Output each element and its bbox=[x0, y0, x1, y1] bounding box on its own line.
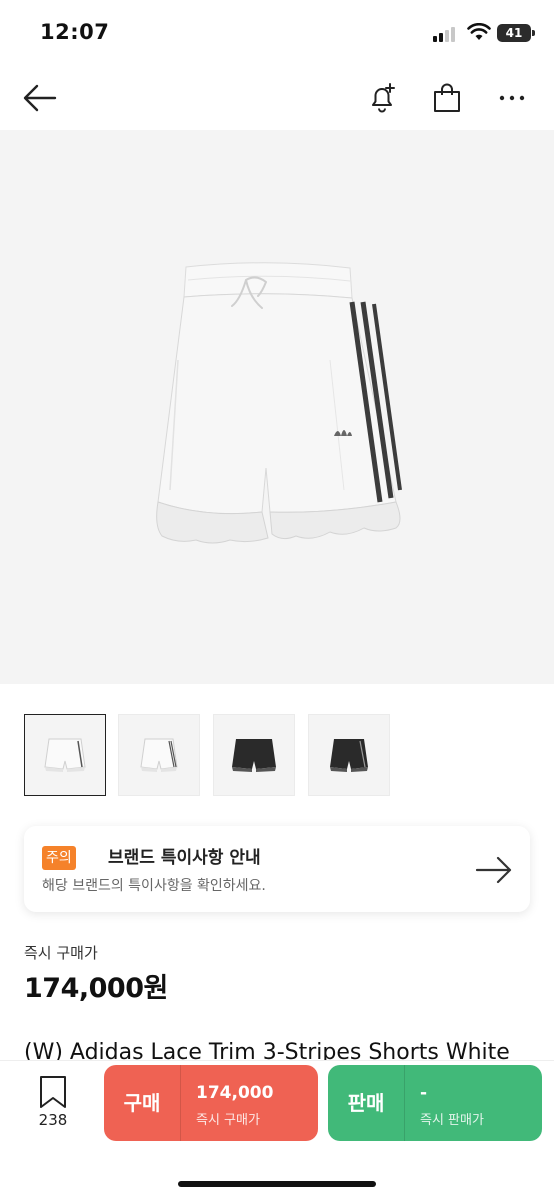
sell-button[interactable]: 판매 - 즉시 판매가 bbox=[328, 1065, 542, 1141]
buy-price: 174,000 bbox=[196, 1083, 274, 1103]
arrow-right-icon bbox=[475, 856, 512, 884]
shorts-white-image bbox=[156, 262, 402, 544]
wifi-icon bbox=[467, 23, 491, 40]
top-nav-bar bbox=[0, 64, 554, 130]
arrow-left-icon bbox=[23, 84, 57, 112]
cellular-signal-icon bbox=[433, 26, 459, 42]
price-alert-button[interactable] bbox=[362, 78, 402, 118]
buy-button[interactable]: 구매 174,000 즉시 구매가 bbox=[104, 1065, 318, 1141]
back-button[interactable] bbox=[20, 78, 60, 118]
sell-price: - bbox=[420, 1083, 428, 1103]
brand-notice-card[interactable]: 주의 브랜드 특이사항 안내 해당 브랜드의 특이사항을 확인하세요. bbox=[24, 826, 530, 912]
more-horizontal-icon bbox=[499, 95, 525, 101]
cart-button[interactable] bbox=[427, 78, 467, 118]
buy-label: 구매 bbox=[123, 1091, 161, 1115]
shopping-bag-icon bbox=[434, 83, 460, 112]
wishlist-count: 238 bbox=[38, 1111, 68, 1129]
instant-buy-price: 174,000원 bbox=[24, 973, 168, 1004]
thumbnail-3[interactable] bbox=[213, 714, 295, 796]
notice-badge: 주의 bbox=[42, 846, 76, 870]
bookmark-icon bbox=[40, 1076, 66, 1108]
status-bar: 12:07 41 bbox=[0, 0, 554, 64]
thumbnail-2[interactable] bbox=[118, 714, 200, 796]
instant-buy-price-label: 즉시 구매가 bbox=[24, 944, 98, 962]
product-image[interactable] bbox=[0, 130, 554, 684]
bell-plus-icon bbox=[372, 83, 395, 113]
sell-label: 판매 bbox=[347, 1091, 385, 1115]
more-options-button[interactable] bbox=[492, 78, 532, 118]
buy-divider bbox=[180, 1065, 181, 1141]
sell-sub-label: 즉시 판매가 bbox=[420, 1113, 484, 1128]
shorts-white-thumbnail-icon bbox=[44, 738, 86, 772]
sell-divider bbox=[404, 1065, 405, 1141]
home-indicator bbox=[178, 1181, 376, 1187]
wishlist-button[interactable]: 238 bbox=[30, 1075, 76, 1135]
battery-indicator: 41 bbox=[497, 24, 531, 42]
product-title: (W) Adidas Lace Trim 3-Stripes Shorts Wh… bbox=[24, 1040, 510, 1062]
bottom-action-bar: 238 구매 174,000 즉시 구매가 판매 - 즉시 판매가 bbox=[0, 1060, 554, 1200]
shorts-black-side-thumbnail-icon bbox=[330, 739, 368, 772]
thumbnail-1[interactable] bbox=[24, 714, 106, 796]
status-time: 12:07 bbox=[40, 20, 110, 44]
buy-sub-label: 즉시 구매가 bbox=[196, 1113, 260, 1128]
shorts-white-side-thumbnail-icon bbox=[140, 738, 178, 772]
notice-title: 브랜드 특이사항 안내 bbox=[108, 848, 261, 868]
battery-tip bbox=[532, 30, 535, 36]
thumbnail-4[interactable] bbox=[308, 714, 390, 796]
shorts-black-thumbnail-icon bbox=[232, 739, 276, 772]
notice-description: 해당 브랜드의 특이사항을 확인하세요. bbox=[42, 878, 266, 894]
